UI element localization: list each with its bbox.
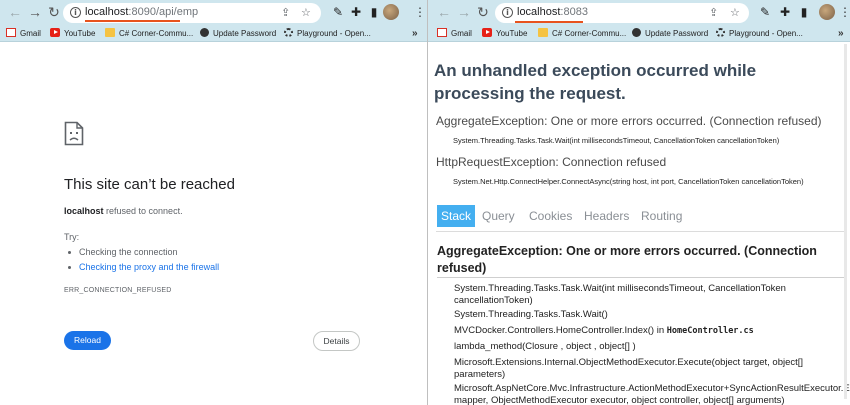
bookmark-gmail[interactable]: Gmail [437,28,472,40]
bookmarks-bar: Gmail YouTube C# Corner-Commu... Update … [428,25,850,42]
right-browser-window: ← → ↻ i localhost:8083 ⇪ ☆ ✎ ✚ ▮ ⋮ Gmail… [428,0,850,405]
side-panel-icon[interactable]: ▮ [367,5,381,19]
back-arrow-icon[interactable]: ← [436,4,452,20]
browser-menu-icon[interactable]: ⋮ [839,5,850,19]
folder-icon [538,28,548,37]
gear-icon [716,28,725,37]
back-arrow-icon[interactable]: ← [7,4,23,20]
globe-icon [632,28,641,37]
error-code: ERR_CONNECTION_REFUSED [64,287,172,294]
stack-frame[interactable]: Microsoft.AspNetCore.Mvc.Infrastructure.… [454,383,850,405]
details-button[interactable]: Details [313,331,360,351]
exception-location: System.Threading.Tasks.Task.Wait(int mil… [453,136,780,145]
bookmarks-bar: Gmail YouTube C# Corner-Commu... Update … [0,25,427,42]
forward-arrow-icon[interactable]: → [27,4,43,20]
stack-frame[interactable]: System.Threading.Tasks.Task.Wait() [454,309,844,321]
bookmark-youtube[interactable]: YouTube [482,28,527,40]
address-bar[interactable]: i localhost:8090/api/emp ⇪ ☆ [63,3,321,23]
exception-message: AggregateException: One or more errors o… [436,114,822,128]
youtube-icon [50,28,60,37]
tab-headers[interactable]: Headers [584,205,629,227]
globe-icon [200,28,209,37]
browser-menu-icon[interactable]: ⋮ [414,5,426,19]
tab-bar-divider [436,231,844,232]
profile-avatar[interactable] [383,4,399,20]
sad-document-icon [64,121,84,146]
site-info-icon[interactable]: i [502,7,513,18]
extensions-puzzle-icon[interactable]: ✚ [349,5,363,19]
side-panel-icon[interactable]: ▮ [797,5,811,19]
bookmark-playground[interactable]: Playground - Open... [284,28,371,40]
tab-stack[interactable]: Stack [437,205,476,227]
page-scrollbar[interactable] [844,44,847,399]
folder-icon [105,28,115,37]
edit-extension-icon[interactable]: ✎ [758,5,772,19]
site-info-icon[interactable]: i [70,7,81,18]
tab-routing[interactable]: Routing [641,205,682,227]
stack-frame[interactable]: MVCDocker.Controllers.HomeController.Ind… [454,325,844,337]
bookmark-update-password[interactable]: Update Password [200,28,276,40]
address-bar[interactable]: i localhost:8083 ⇪ ☆ [495,3,749,23]
left-browser-window: ← → ↻ i localhost:8090/api/emp ⇪ ☆ ✎ ✚ ▮… [0,0,427,405]
url-text[interactable]: localhost:8083 [517,6,588,18]
bookmark-youtube[interactable]: YouTube [50,28,95,40]
stack-frame[interactable]: System.Threading.Tasks.Task.Wait(int mil… [454,283,844,307]
stack-divider [437,277,844,278]
profile-avatar[interactable] [819,4,835,20]
url-text[interactable]: localhost:8090/api/emp [85,6,198,18]
edit-extension-icon[interactable]: ✎ [331,5,345,19]
share-icon[interactable]: ⇪ [709,6,718,19]
source-file-name[interactable]: HomeController.cs [667,326,754,336]
bookmark-star-icon[interactable]: ☆ [730,6,740,19]
bookmark-playground[interactable]: Playground - Open... [716,28,803,40]
bookmarks-overflow-icon[interactable]: » [412,28,418,40]
bookmark-gmail[interactable]: Gmail [6,28,41,40]
gmail-icon [437,28,447,37]
stack-frame[interactable]: lambda_method(Closure , object , object[… [454,341,844,353]
bookmark-csharp-corner[interactable]: C# Corner-Commu... [105,28,193,40]
tab-cookies[interactable]: Cookies [529,205,572,227]
stack-exception-title: AggregateException: One or more errors o… [437,244,817,275]
exception-page-title: An unhandled exception occurred while pr… [434,61,757,103]
exception-message: HttpRequestException: Connection refused [436,155,667,169]
bookmark-csharp-corner[interactable]: C# Corner-Commu... [538,28,626,40]
browser-toolbar: ← → ↻ i localhost:8083 ⇪ ☆ ✎ ✚ ▮ ⋮ [428,0,850,25]
url-highlight-underline [515,21,583,23]
bookmark-star-icon[interactable]: ☆ [301,6,311,19]
suggestion-check-connection: Checking the connection [68,247,178,257]
try-label: Try: [64,232,80,242]
error-title: This site can’t be reached [64,176,235,193]
gmail-icon [6,28,16,37]
error-message: localhost refused to connect. [64,206,183,216]
share-icon[interactable]: ⇪ [281,6,290,19]
tab-query[interactable]: Query [482,205,515,227]
reload-button[interactable]: Reload [64,331,111,350]
browser-toolbar: ← → ↻ i localhost:8090/api/emp ⇪ ☆ ✎ ✚ ▮… [0,0,427,25]
stack-frame[interactable]: Microsoft.Extensions.Internal.ObjectMeth… [454,357,844,381]
bookmark-update-password[interactable]: Update Password [632,28,708,40]
reload-icon[interactable]: ↻ [46,4,62,20]
bookmarks-overflow-icon[interactable]: » [838,28,844,40]
forward-arrow-icon[interactable]: → [456,4,472,20]
suggestion-check-proxy-link[interactable]: Checking the proxy and the firewall [67,262,219,272]
reload-icon[interactable]: ↻ [475,4,491,20]
exception-location: System.Net.Http.ConnectHelper.ConnectAsy… [453,177,804,186]
gear-icon [284,28,293,37]
extensions-puzzle-icon[interactable]: ✚ [778,5,792,19]
youtube-icon [482,28,492,37]
url-highlight-underline [85,20,180,22]
